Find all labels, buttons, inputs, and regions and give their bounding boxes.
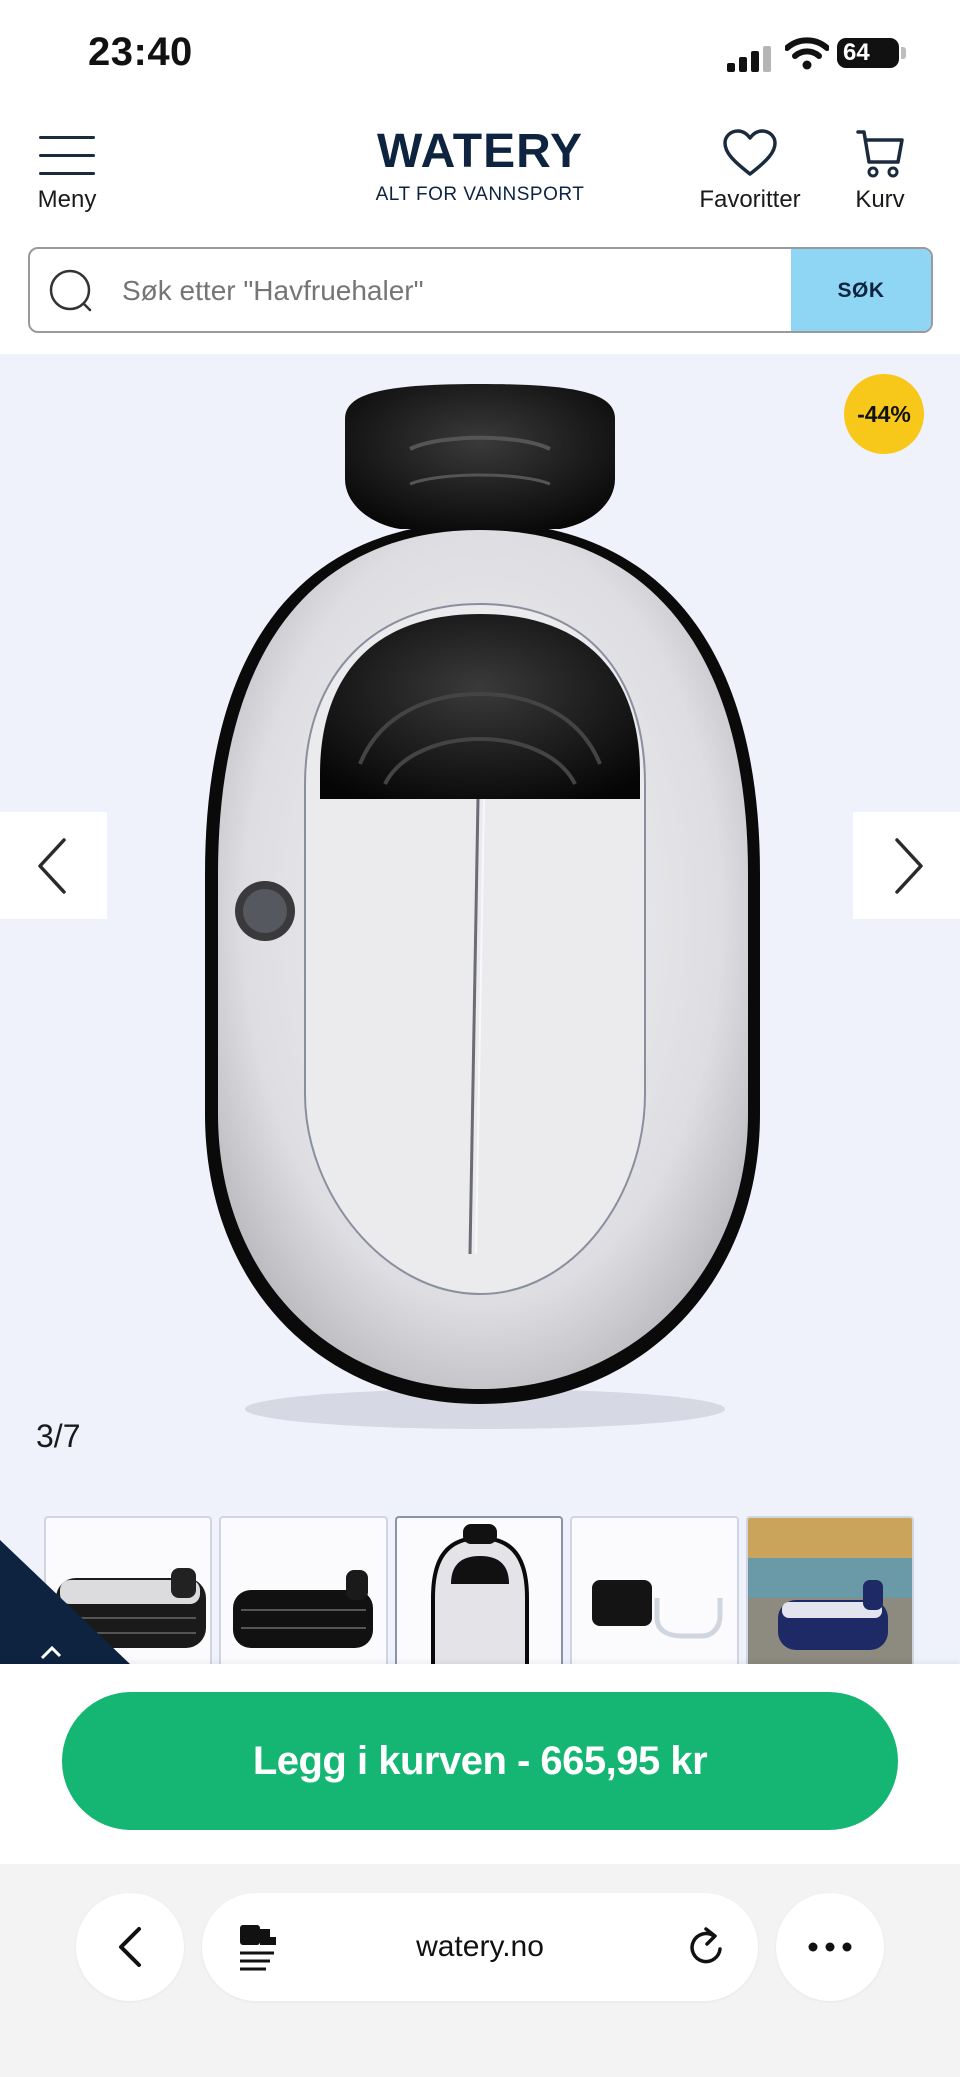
thumbnail-4[interactable] (570, 1516, 739, 1666)
cellular-signal-icon (727, 46, 771, 72)
favorites-label: Favoritter (699, 186, 801, 213)
browser-back-button[interactable] (76, 1893, 184, 2001)
thumbnail-2[interactable] (219, 1516, 388, 1666)
status-time: 23:40 (88, 30, 193, 74)
thumbnail-strip (44, 1516, 915, 1666)
add-to-cart-button[interactable]: Legg i kurven - 665,95 kr (62, 1692, 898, 1830)
discount-badge: -44% (844, 374, 924, 454)
battery-icon: 64 (837, 38, 899, 68)
thumbnail-3[interactable] (394, 1516, 564, 1666)
search-input[interactable] (120, 249, 814, 331)
search-button[interactable]: SØK (791, 249, 931, 331)
cart-button[interactable]: Kurv (840, 128, 920, 214)
menu-label: Meny (37, 186, 97, 213)
menu-button[interactable]: Meny (30, 130, 104, 214)
cart-label: Kurv (855, 186, 905, 213)
reload-icon[interactable] (684, 1923, 728, 1971)
wifi-icon (785, 37, 829, 70)
hamburger-icon (39, 136, 95, 190)
next-image-button[interactable] (853, 812, 960, 919)
url-text: watery.no (416, 1930, 544, 1963)
more-dots-icon (808, 1942, 852, 1952)
corner-ribbon[interactable] (0, 1540, 130, 1670)
favorites-button[interactable]: Favoritter (690, 128, 810, 214)
heart-icon (723, 129, 777, 176)
address-bar[interactable]: watery.no (202, 1893, 758, 2001)
battery-level: 64 (843, 39, 870, 66)
browser-more-button[interactable] (776, 1893, 884, 2001)
search-icon (49, 269, 92, 312)
chevron-right-icon (894, 837, 923, 894)
chevron-left-icon (119, 1927, 141, 1967)
cart-icon (856, 130, 904, 178)
battery-tip (901, 47, 906, 59)
logo-subtitle: ALT FOR VANNSPORT (375, 184, 585, 205)
chevron-left-icon (37, 837, 66, 894)
thumbnail-5[interactable] (745, 1516, 915, 1666)
logo-title: WATERY (377, 125, 583, 178)
product-image (205, 384, 760, 1429)
search-bar: SØK (28, 247, 933, 333)
product-image-gallery[interactable] (0, 354, 960, 1664)
image-counter: 3/7 (36, 1418, 81, 1454)
site-logo[interactable]: WATERY ALT FOR VANNSPORT (340, 128, 620, 206)
previous-image-button[interactable] (0, 812, 107, 919)
